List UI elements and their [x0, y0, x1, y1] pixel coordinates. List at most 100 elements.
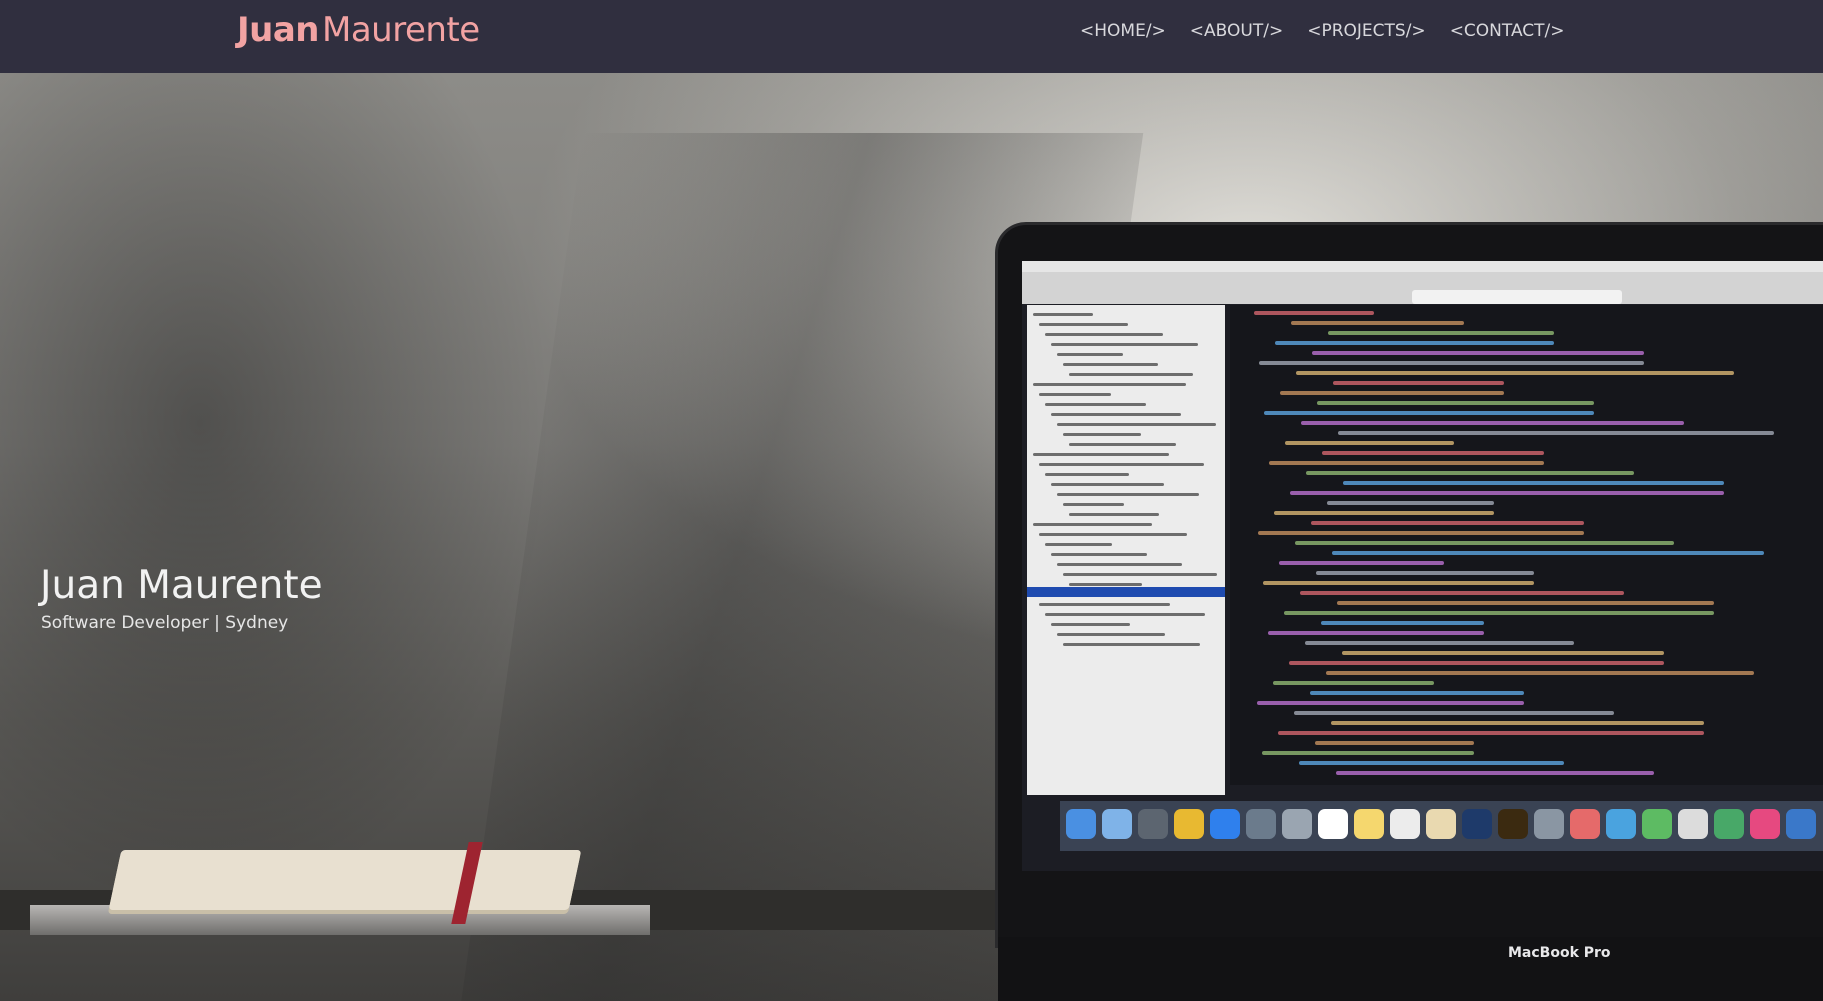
dock-app-icon: [1462, 809, 1492, 839]
file-tree-row: [1063, 643, 1200, 646]
code-line: [1326, 671, 1754, 675]
file-tree-row: [1063, 503, 1124, 506]
file-tree-row: [1045, 333, 1163, 336]
file-tree-row: [1069, 443, 1176, 446]
file-tree-row: [1057, 633, 1165, 636]
laptop-chin: [998, 937, 1823, 1001]
file-tree-row: [1033, 523, 1152, 526]
file-tree-row: [1033, 383, 1186, 386]
dock-app-icon: [1498, 809, 1528, 839]
screen-menubar: [1022, 261, 1823, 272]
nav-link-projects[interactable]: <PROJECTS/>: [1307, 20, 1425, 42]
code-line: [1268, 631, 1484, 635]
code-line: [1289, 661, 1664, 665]
dock-app-icon: [1066, 809, 1096, 839]
code-line: [1295, 541, 1674, 545]
code-line: [1337, 601, 1714, 605]
brand-last-name[interactable]: Maurente: [322, 10, 480, 50]
code-line: [1254, 311, 1374, 315]
file-tree-row: [1039, 533, 1187, 536]
dock-app-icon: [1138, 809, 1168, 839]
file-tree-row: [1057, 563, 1182, 566]
code-line: [1336, 771, 1654, 775]
laptop-screen: [1022, 261, 1823, 871]
dock-app-icon: [1786, 809, 1816, 839]
dock-app-icon: [1318, 809, 1348, 839]
file-tree-row: [1033, 453, 1169, 456]
dock-app-icon: [1102, 809, 1132, 839]
dock-app-icon: [1570, 809, 1600, 839]
file-tree-row: [1039, 393, 1111, 396]
screen-file-selected: [1027, 587, 1225, 597]
books-illustration: [30, 842, 650, 935]
dock-app-icon: [1678, 809, 1708, 839]
code-line: [1305, 641, 1574, 645]
dock-app-icon: [1246, 809, 1276, 839]
code-line: [1258, 531, 1584, 535]
code-line: [1279, 561, 1444, 565]
code-line: [1291, 321, 1464, 325]
file-tree-row: [1033, 313, 1093, 316]
code-line: [1299, 761, 1564, 765]
code-line: [1273, 681, 1434, 685]
brand-logo[interactable]: JuanMaurente: [237, 10, 480, 50]
code-line: [1311, 521, 1584, 525]
top-navbar: JuanMaurente <HOME/> <ABOUT/> <PROJECTS/…: [0, 0, 1823, 73]
file-tree-row: [1051, 483, 1164, 486]
screen-file-tree: [1027, 305, 1225, 795]
code-line: [1310, 691, 1524, 695]
code-line: [1328, 331, 1554, 335]
code-line: [1343, 481, 1724, 485]
nav-link-about[interactable]: <ABOUT/>: [1190, 20, 1283, 42]
file-tree-row: [1045, 543, 1112, 546]
code-line: [1264, 411, 1594, 415]
code-line: [1262, 751, 1474, 755]
nav-link-home[interactable]: <HOME/>: [1080, 20, 1166, 42]
dock-app-icon: [1750, 809, 1780, 839]
code-line: [1263, 581, 1534, 585]
file-tree-row: [1051, 553, 1147, 556]
file-tree-row: [1045, 403, 1146, 406]
code-line: [1306, 471, 1634, 475]
file-tree-row: [1039, 323, 1128, 326]
brand-first-name[interactable]: Juan: [237, 10, 320, 50]
dock-app-icon: [1282, 809, 1312, 839]
dock-app-icon: [1606, 809, 1636, 839]
code-line: [1278, 731, 1704, 735]
dock-app-icon: [1642, 809, 1672, 839]
dock-app-icon: [1174, 809, 1204, 839]
main-nav: <HOME/> <ABOUT/> <PROJECTS/> <CONTACT/>: [1080, 20, 1565, 42]
screen-dock: [1060, 801, 1823, 851]
dock-app-icon: [1714, 809, 1744, 839]
file-tree-row: [1069, 373, 1193, 376]
code-line: [1317, 401, 1594, 405]
nav-link-contact[interactable]: <CONTACT/>: [1450, 20, 1565, 42]
code-line: [1321, 621, 1484, 625]
code-line: [1301, 421, 1684, 425]
file-tree-row: [1045, 473, 1129, 476]
dock-app-icon: [1390, 809, 1420, 839]
screen-toolbar: [1022, 272, 1823, 304]
hero-name: Juan Maurente: [40, 563, 323, 608]
file-tree-row: [1039, 463, 1204, 466]
code-line: [1315, 741, 1474, 745]
code-line: [1257, 701, 1524, 705]
file-tree-row: [1069, 513, 1159, 516]
code-line: [1332, 551, 1764, 555]
code-line: [1342, 651, 1664, 655]
code-line: [1280, 391, 1504, 395]
code-line: [1294, 711, 1614, 715]
screen-code-editor: [1230, 305, 1823, 785]
laptop-model-label: MacBook Pro: [1508, 945, 1611, 961]
dock-app-icon: [1210, 809, 1240, 839]
code-line: [1327, 501, 1494, 505]
code-line: [1269, 461, 1544, 465]
file-tree-row: [1063, 363, 1158, 366]
file-tree-row: [1063, 573, 1217, 576]
file-tree-row: [1051, 623, 1130, 626]
dock-app-icon: [1534, 809, 1564, 839]
file-tree-row: [1057, 423, 1216, 426]
code-line: [1316, 571, 1534, 575]
code-line: [1296, 371, 1734, 375]
hero-subtitle: Software Developer | Sydney: [41, 613, 289, 633]
